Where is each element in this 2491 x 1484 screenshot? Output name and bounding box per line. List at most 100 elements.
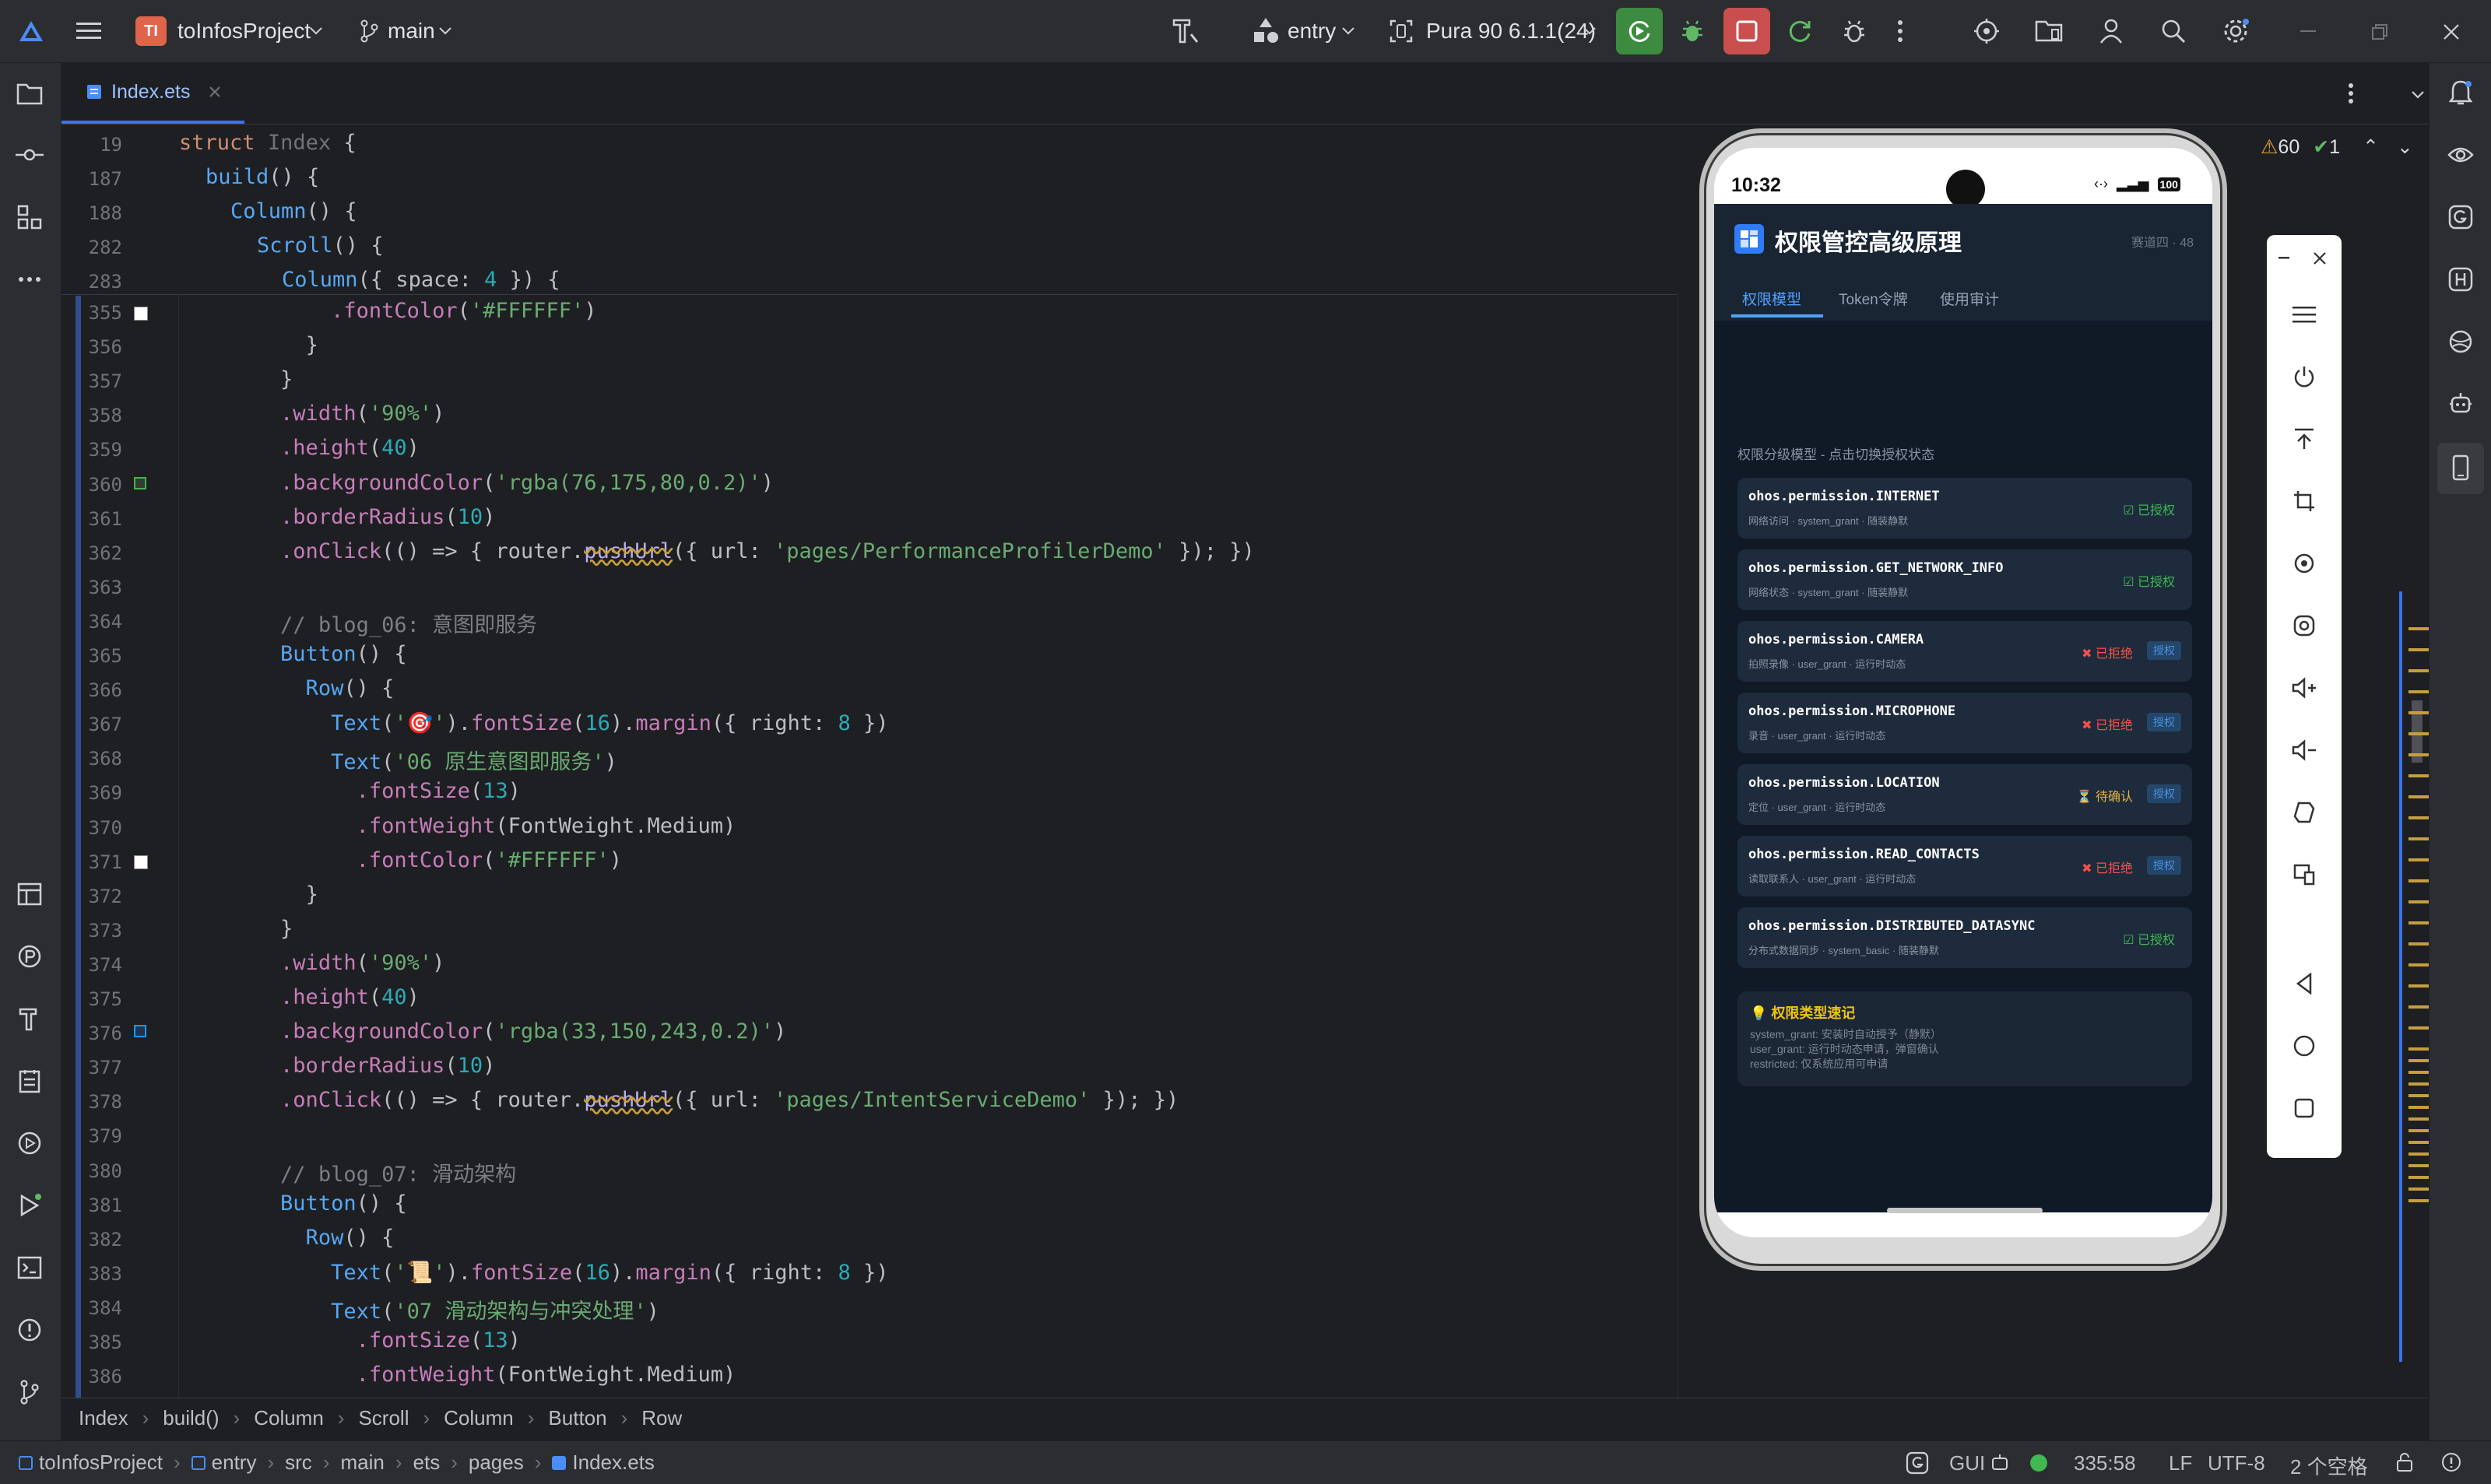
code-line[interactable]: .height(40) xyxy=(179,436,420,460)
upload-icon[interactable] xyxy=(2289,423,2320,454)
recents-square-icon[interactable] xyxy=(2289,1093,2320,1124)
alerts-icon[interactable] xyxy=(2440,1451,2463,1474)
code-line[interactable]: Button() { xyxy=(179,642,407,666)
code-line[interactable]: .width('90%') xyxy=(179,402,444,426)
grant-button[interactable]: 授权 xyxy=(2147,784,2181,803)
close-icon[interactable] xyxy=(2440,20,2463,44)
services-icon[interactable] xyxy=(14,1128,45,1159)
lock-icon[interactable] xyxy=(2393,1451,2416,1474)
warning-marker[interactable] xyxy=(2408,1106,2429,1109)
warning-marker[interactable] xyxy=(2408,1117,2429,1121)
code-line[interactable]: } xyxy=(179,367,293,391)
minimize-icon[interactable] xyxy=(2275,249,2293,268)
problems-icon[interactable] xyxy=(14,1314,45,1345)
more-horizontal-icon[interactable] xyxy=(14,264,45,295)
chevron-down-icon[interactable] xyxy=(308,23,324,39)
chevron-down-icon[interactable] xyxy=(1582,23,1597,39)
code-line[interactable]: struct Index { xyxy=(179,131,357,155)
permission-item[interactable]: ohos.permission.DISTRIBUTED_DATASYNC 分布式数… xyxy=(1737,907,2192,968)
warning-marker[interactable] xyxy=(2408,1005,2429,1009)
code-line[interactable]: } xyxy=(179,333,318,357)
breadcrumb-item[interactable]: Column xyxy=(254,1406,324,1430)
harmony-icon[interactable] xyxy=(2445,264,2476,295)
warning-marker[interactable] xyxy=(2408,732,2429,735)
crop-screenshot-icon[interactable] xyxy=(2289,486,2320,517)
breadcrumb-item[interactable]: Index xyxy=(79,1406,128,1430)
permission-item[interactable]: ohos.permission.LOCATION 定位 · user_grant … xyxy=(1737,764,2192,825)
warning-marker[interactable] xyxy=(2408,648,2429,651)
codegenie-status-icon[interactable] xyxy=(1904,1451,1931,1475)
warning-marker[interactable] xyxy=(2408,1188,2429,1191)
warning-marker[interactable] xyxy=(2408,1164,2429,1167)
branch-name[interactable]: main xyxy=(388,19,435,44)
code-line[interactable]: Text('07 滑动架构与冲突处理') xyxy=(179,1294,659,1324)
breadcrumb-item[interactable]: build() xyxy=(163,1406,219,1430)
color-swatch-white[interactable] xyxy=(134,307,148,321)
app-logo-icon[interactable] xyxy=(16,16,47,47)
menu-icon[interactable] xyxy=(2289,299,2320,330)
scrollbar-thumb[interactable] xyxy=(2399,591,2402,1362)
code-line[interactable]: Row() { xyxy=(179,676,395,700)
code-line[interactable]: // blog_07: 滑动架构 xyxy=(179,1157,516,1188)
home-indicator[interactable] xyxy=(1887,1208,2043,1213)
warning-marker[interactable] xyxy=(2408,879,2429,882)
rerun-icon[interactable] xyxy=(1783,14,1817,48)
breadcrumb-item[interactable]: Button xyxy=(548,1406,606,1430)
warning-marker[interactable] xyxy=(2408,627,2429,630)
permission-item[interactable]: ohos.permission.CAMERA 拍照录像 · user_grant … xyxy=(1737,621,2192,682)
code-line[interactable]: .height(40) xyxy=(179,985,420,1009)
grant-button[interactable]: 授权 xyxy=(2147,641,2181,660)
warning-marker[interactable] xyxy=(2408,774,2429,777)
multi-device-icon[interactable] xyxy=(2289,859,2320,890)
file-encoding[interactable]: UTF-8 xyxy=(2208,1451,2265,1475)
code-line[interactable]: Column() { xyxy=(230,199,357,223)
warning-marker[interactable] xyxy=(2408,711,2429,714)
phone-screen[interactable]: 10:32 ‹·› ▂▃▅ 100 权限管控高级原理 赛道四 · 48 权限模型… xyxy=(1714,148,2212,1237)
code-line[interactable]: .fontColor('#FFFFFF') xyxy=(179,848,622,872)
debug-bug-icon[interactable] xyxy=(1675,14,1709,48)
code-line[interactable]: Scroll() { xyxy=(257,233,384,258)
chevron-down-icon[interactable] xyxy=(437,23,453,39)
warning-marker[interactable] xyxy=(2408,669,2429,672)
code-line[interactable]: .onClick(() => { router.pushUrl({ url: '… xyxy=(179,539,1255,563)
close-tab-icon[interactable] xyxy=(209,86,221,98)
code-line[interactable]: .width('90%') xyxy=(179,951,444,975)
main-menu-icon[interactable] xyxy=(73,16,104,47)
device-manager-icon[interactable] xyxy=(2032,14,2066,48)
warning-marker[interactable] xyxy=(2408,984,2429,988)
line-separator[interactable]: LF xyxy=(2169,1451,2192,1475)
warning-marker[interactable] xyxy=(2408,900,2429,903)
chevron-down-icon[interactable] xyxy=(2406,83,2430,107)
git-icon[interactable] xyxy=(14,1377,45,1408)
record-icon[interactable] xyxy=(2289,610,2320,641)
code-line[interactable]: .backgroundColor('rgba(33,150,243,0.2)') xyxy=(179,1019,786,1044)
run-config-module[interactable]: entry xyxy=(1288,19,1336,44)
preview-eye-icon[interactable] xyxy=(2445,139,2476,170)
color-swatch-green[interactable] xyxy=(134,477,146,489)
color-swatch-blue[interactable] xyxy=(134,1025,146,1037)
warning-marker[interactable] xyxy=(2408,1047,2429,1051)
search-icon[interactable] xyxy=(2156,14,2191,48)
warning-marker[interactable] xyxy=(2408,1199,2429,1202)
home-circle-icon[interactable] xyxy=(2289,1030,2320,1061)
tab-actions-more-icon[interactable] xyxy=(2339,80,2363,107)
robot-icon[interactable] xyxy=(1988,1451,2011,1474)
code-line[interactable]: build() { xyxy=(206,165,319,189)
grant-button[interactable]: 授权 xyxy=(2147,856,2181,875)
commit-icon[interactable] xyxy=(14,139,45,170)
volume-down-icon[interactable] xyxy=(2289,735,2320,766)
permission-item[interactable]: ohos.permission.INTERNET 网络访问 · system_gr… xyxy=(1737,478,2192,539)
permission-item[interactable]: ohos.permission.MICROPHONE 录音 · user_gran… xyxy=(1737,693,2192,753)
breadcrumb-item[interactable]: Row xyxy=(641,1406,682,1430)
tab-token[interactable]: Token令牌 xyxy=(1839,288,1908,309)
path-segment[interactable]: main xyxy=(340,1451,384,1475)
grant-button[interactable]: 授权 xyxy=(2147,713,2181,731)
code-line[interactable]: .borderRadius(10) xyxy=(179,505,495,529)
warning-marker[interactable] xyxy=(2408,963,2429,967)
indent-setting[interactable]: 2 个空格 xyxy=(2290,1451,2368,1480)
warning-marker[interactable] xyxy=(2408,1071,2429,1074)
warning-marker[interactable] xyxy=(2408,816,2429,819)
restore-icon[interactable] xyxy=(2368,20,2391,44)
warning-marker[interactable] xyxy=(2408,1059,2429,1062)
code-line[interactable]: Text('📜').fontSize(16).margin({ right: 8… xyxy=(179,1260,888,1285)
